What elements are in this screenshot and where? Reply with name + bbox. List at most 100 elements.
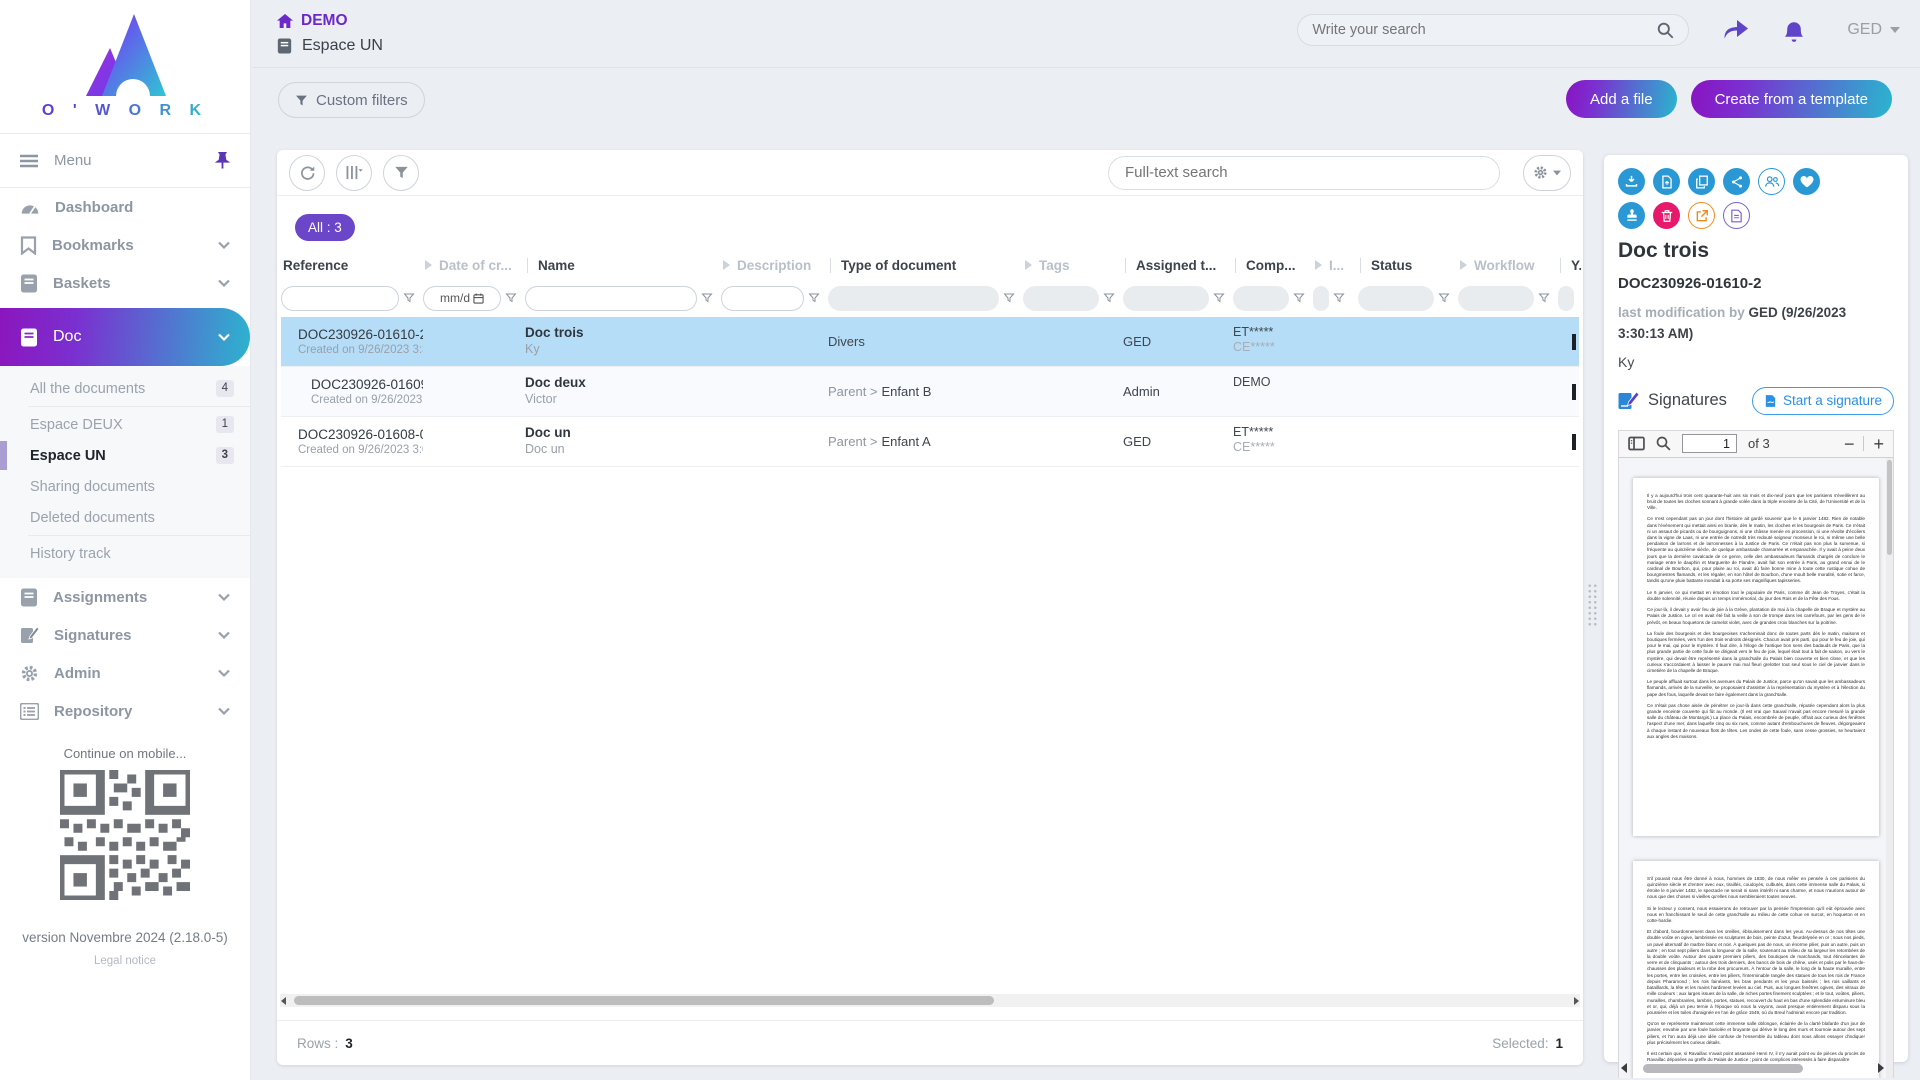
- pdf-horizontal-scrollbar[interactable]: [1621, 1062, 1884, 1075]
- start-signature-button[interactable]: Start a signature: [1752, 387, 1894, 415]
- breadcrumb-workspace[interactable]: DEMO: [277, 12, 383, 30]
- column-header-type[interactable]: Type of document: [828, 251, 1023, 279]
- sidebar-subitem-history-track[interactable]: History track: [0, 538, 250, 569]
- share-shortcut-icon[interactable]: [1723, 19, 1749, 41]
- column-header-status[interactable]: Status: [1358, 251, 1458, 279]
- table-settings-button[interactable]: [1523, 155, 1571, 191]
- zoom-in-button[interactable]: +: [1873, 435, 1884, 453]
- menu-toggle[interactable]: Menu: [0, 133, 250, 188]
- column-header-reference[interactable]: Reference: [281, 251, 423, 279]
- clipped-cell-fragment: [1572, 384, 1576, 400]
- column-header-date[interactable]: Date of cr...: [423, 251, 525, 279]
- column-header-workflow[interactable]: Workflow: [1458, 251, 1558, 279]
- table-horizontal-scrollbar[interactable]: [280, 994, 1580, 1007]
- properties-button[interactable]: [1723, 202, 1750, 229]
- sidebar-item-assignments[interactable]: Assignments: [0, 578, 250, 616]
- column-header-y[interactable]: Y...: [1558, 251, 1581, 279]
- filter-button[interactable]: [383, 155, 419, 191]
- sidebar-item-bookmarks[interactable]: Bookmarks: [0, 226, 250, 264]
- columns-button[interactable]: [336, 155, 372, 191]
- pdf-page-2: S'il pouvait nous être donné à nous, hom…: [1633, 861, 1879, 1078]
- add-file-button[interactable]: Add a file: [1566, 80, 1677, 118]
- pdf-viewer: of 3 − + Il y a aujourd'hui trois cent q…: [1618, 430, 1894, 1078]
- user-menu[interactable]: GED: [1847, 21, 1900, 39]
- scrollbar-thumb[interactable]: [1643, 1064, 1803, 1073]
- sidebar-subitem-espace-deux[interactable]: Espace DEUX 1: [0, 409, 250, 440]
- column-header-description[interactable]: Description: [721, 251, 828, 279]
- pdf-page-area[interactable]: Il y a aujourd'hui trois cent quarante-h…: [1619, 458, 1893, 1078]
- pdf-page-input[interactable]: [1682, 434, 1737, 453]
- scrollbar-thumb[interactable]: [1887, 460, 1892, 555]
- create-from-template-button[interactable]: Create from a template: [1691, 80, 1892, 118]
- scroll-left-arrow-icon[interactable]: [281, 997, 286, 1005]
- column-header-assigned[interactable]: Assigned t...: [1123, 251, 1233, 279]
- funnel-outline-icon[interactable]: [1538, 292, 1550, 304]
- panel-resize-handle[interactable]: [1587, 583, 1598, 627]
- sidebar-item-signatures[interactable]: Signatures: [0, 616, 250, 654]
- copy-button[interactable]: [1688, 168, 1715, 195]
- sidebar-item-baskets[interactable]: Baskets: [0, 264, 250, 302]
- sidebar-item-doc-active[interactable]: Doc: [0, 308, 250, 366]
- search-icon[interactable]: [1657, 22, 1674, 39]
- funnel-outline-icon[interactable]: [1293, 292, 1305, 304]
- filter-reference-input[interactable]: [281, 286, 399, 311]
- column-header-company[interactable]: Comp...: [1233, 251, 1313, 279]
- pdf-search-icon[interactable]: [1656, 436, 1671, 451]
- custom-filters-button[interactable]: Custom filters: [278, 82, 425, 118]
- pdf-vertical-scrollbar[interactable]: [1886, 458, 1893, 1078]
- filter-description-input[interactable]: [721, 286, 804, 311]
- sidebar-item-repository[interactable]: Repository: [0, 692, 250, 730]
- app-logo[interactable]: O ' W O R K: [0, 0, 250, 133]
- column-header-name[interactable]: Name: [525, 251, 721, 279]
- sidebar-item-admin[interactable]: Admin: [0, 654, 250, 692]
- column-header-i[interactable]: I...: [1313, 251, 1358, 279]
- sidebar-subitem-espace-un[interactable]: Espace UN 3: [0, 440, 250, 471]
- table-body: DOC230926-01610-2 Created on 9/26/2023 3…: [281, 317, 1579, 467]
- funnel-outline-icon[interactable]: [1003, 292, 1015, 304]
- table-row-doc-deux[interactable]: w DOC230926-01609-0 Created on 9/26/2023…: [281, 367, 1579, 417]
- table-row-doc-trois[interactable]: DOC230926-01610-2 Created on 9/26/2023 3…: [281, 317, 1579, 367]
- global-search[interactable]: [1297, 14, 1689, 46]
- breadcrumb-space[interactable]: Espace UN: [277, 37, 383, 55]
- funnel-outline-icon[interactable]: [1333, 292, 1345, 304]
- funnel-outline-icon[interactable]: [701, 292, 713, 304]
- share-button[interactable]: [1723, 168, 1750, 195]
- refresh-button[interactable]: [289, 155, 325, 191]
- pin-sidebar-icon[interactable]: [215, 152, 230, 169]
- sidebar-subitem-deleted-documents[interactable]: Deleted documents: [0, 502, 250, 533]
- doc-reference: DOC230926-01610-2: [298, 327, 423, 342]
- tab-all-documents[interactable]: All : 3: [295, 214, 355, 241]
- scroll-left-arrow-icon[interactable]: [1621, 1063, 1627, 1073]
- sidebar-subitem-all-documents[interactable]: All the documents 4: [0, 373, 250, 404]
- funnel-outline-icon[interactable]: [808, 292, 820, 304]
- filter-date-input[interactable]: mm/d: [423, 286, 501, 311]
- scroll-right-arrow-icon[interactable]: [1878, 1063, 1884, 1073]
- fulltext-search-input[interactable]: [1125, 164, 1483, 181]
- legal-notice-link[interactable]: Legal notice: [0, 955, 250, 967]
- fulltext-search[interactable]: [1108, 156, 1500, 190]
- download-button[interactable]: [1618, 168, 1645, 195]
- filter-name-input[interactable]: [525, 286, 697, 311]
- funnel-outline-icon[interactable]: [403, 292, 415, 304]
- column-header-tags[interactable]: Tags: [1023, 251, 1123, 279]
- assign-users-button[interactable]: [1758, 168, 1785, 195]
- global-search-input[interactable]: [1312, 22, 1649, 38]
- delete-button[interactable]: [1653, 202, 1680, 229]
- favorite-button[interactable]: [1793, 168, 1820, 195]
- scroll-right-arrow-icon[interactable]: [1574, 997, 1579, 1005]
- upload-version-button[interactable]: [1653, 168, 1680, 195]
- continue-mobile-label: Continue on mobile...: [0, 746, 250, 761]
- funnel-outline-icon[interactable]: [505, 292, 517, 304]
- sidebar-subitem-sharing-documents[interactable]: Sharing documents: [0, 471, 250, 502]
- zoom-out-button[interactable]: −: [1844, 435, 1855, 453]
- funnel-outline-icon[interactable]: [1103, 292, 1115, 304]
- open-external-button[interactable]: [1688, 202, 1715, 229]
- sidebar-item-dashboard[interactable]: Dashboard: [0, 188, 250, 226]
- scrollbar-thumb[interactable]: [294, 996, 994, 1005]
- funnel-outline-icon[interactable]: [1213, 292, 1225, 304]
- funnel-outline-icon[interactable]: [1438, 292, 1450, 304]
- notifications-bell-icon[interactable]: [1783, 18, 1805, 42]
- stamp-button[interactable]: [1618, 202, 1645, 229]
- toggle-pdf-sidebar-icon[interactable]: [1628, 436, 1645, 451]
- table-row-doc-un[interactable]: DOC230926-01608-0 Created on 9/26/2023 3…: [281, 417, 1579, 467]
